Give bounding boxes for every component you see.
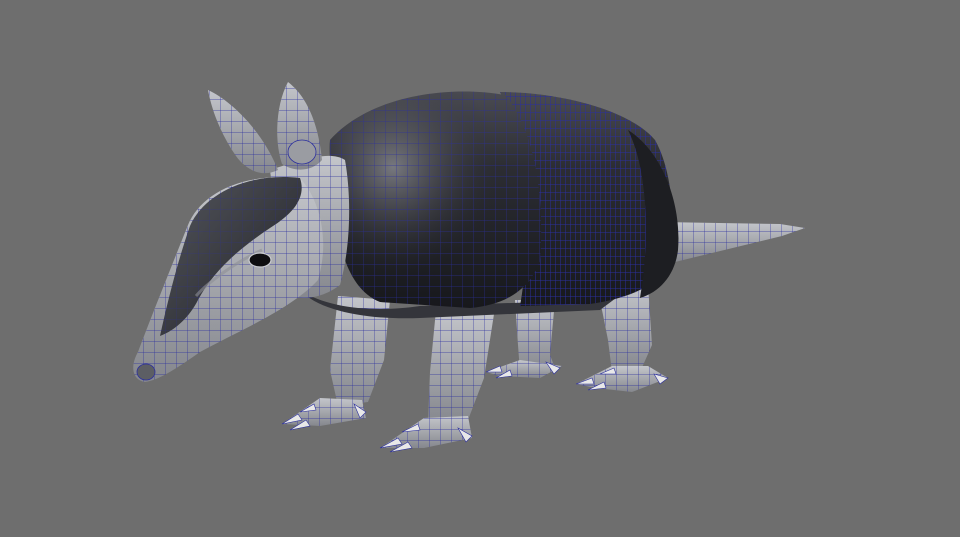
3d-viewport[interactable] [0, 0, 960, 537]
armadillo-model[interactable] [0, 0, 960, 537]
ear-left [208, 90, 278, 174]
eye [248, 252, 272, 268]
ear-right [277, 82, 322, 170]
head [133, 177, 324, 382]
front-leg-near [380, 310, 494, 448]
shoulder-shell [329, 91, 542, 308]
nose [136, 363, 156, 381]
tail [660, 222, 805, 262]
